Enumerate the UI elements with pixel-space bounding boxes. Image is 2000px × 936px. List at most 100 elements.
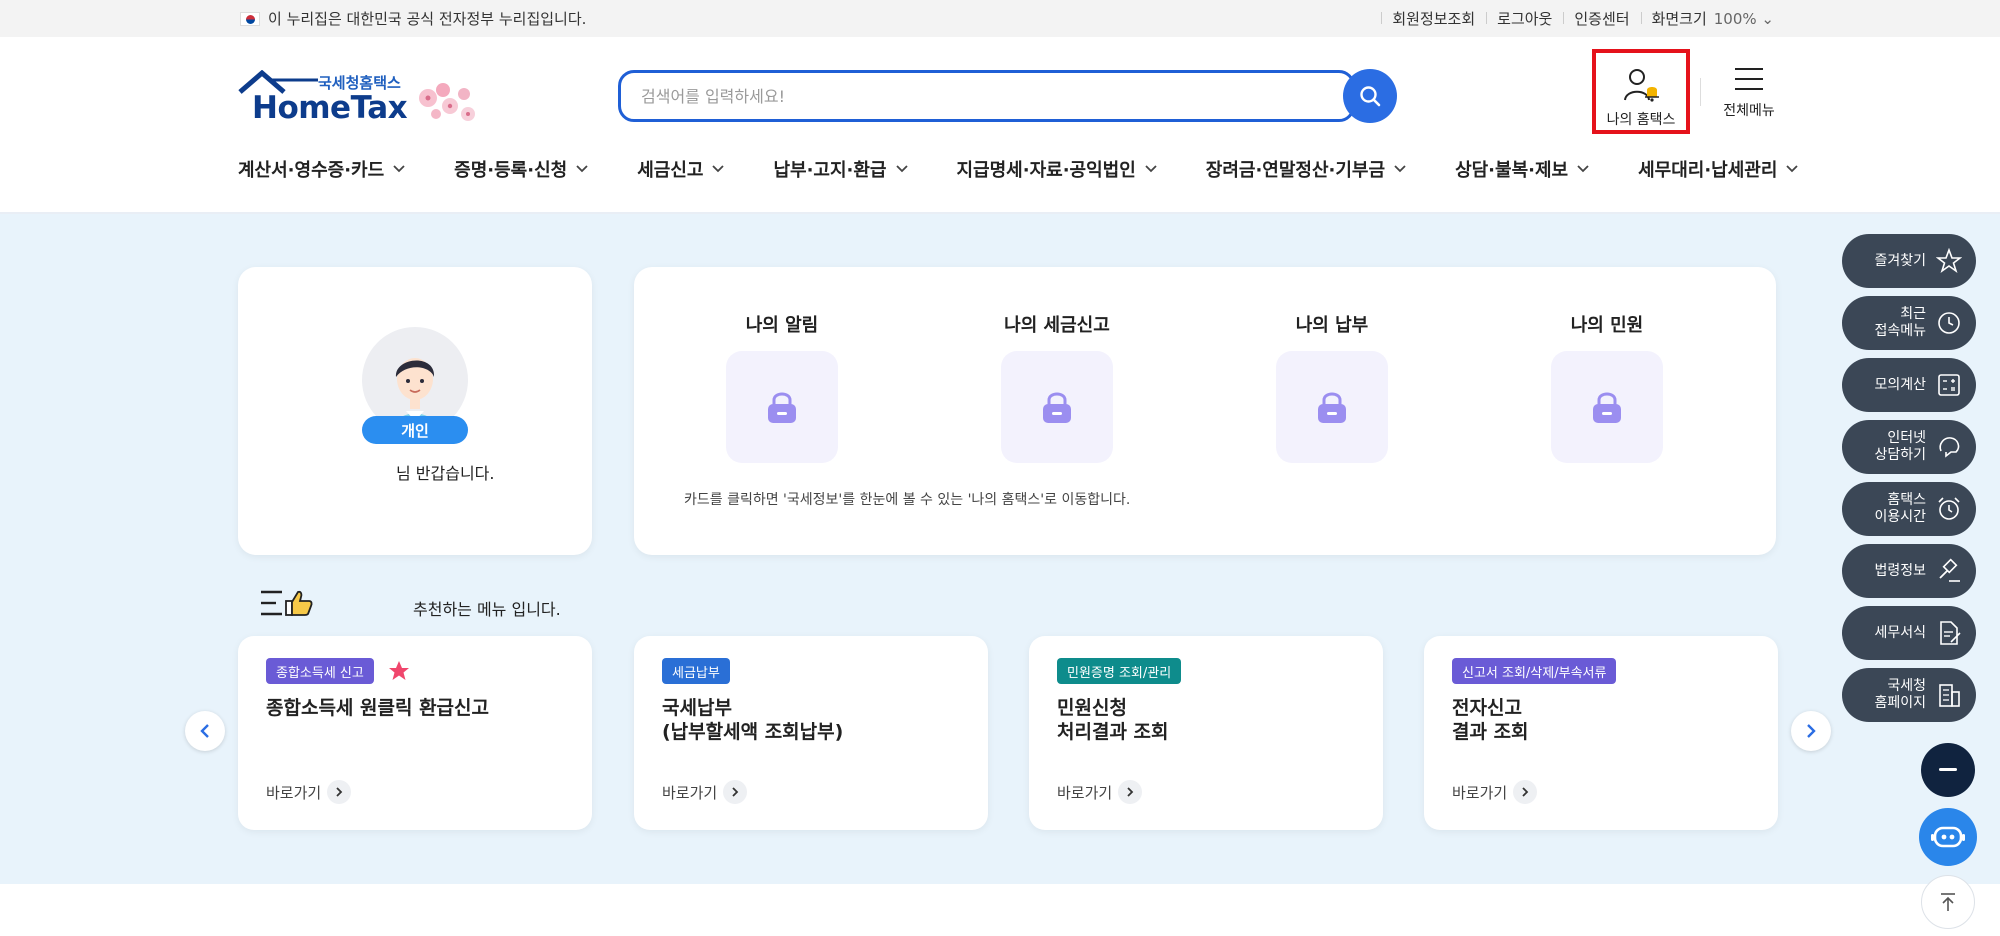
go-label: 바로가기 [1452, 783, 1508, 802]
category-tag: 종합소득세 신고 [266, 658, 374, 684]
all-menu-label: 전체메뉴 [1723, 103, 1775, 119]
quick-menu-label: 모의계산 [1874, 376, 1926, 393]
carousel-next-button[interactable] [1791, 711, 1831, 751]
my-card-payment[interactable]: 나의 납부 [1272, 311, 1392, 463]
screen-size-label[interactable]: 화면크기 [1640, 8, 1718, 29]
gnb-item-payment[interactable]: 납부·고지·환급 [773, 156, 908, 182]
profile-card: 개인 님 반갑습니다. [238, 267, 592, 555]
gnb-label: 계산서·영수증·카드 [238, 160, 385, 181]
my-card-civil[interactable]: 나의 민원 [1547, 311, 1667, 463]
recommend-card-tax-payment[interactable]: 세금납부 국세납부 (납부할세액 조회납부) 바로가기 [634, 636, 988, 830]
chatbot-button[interactable] [1919, 808, 1977, 866]
quick-service-hours-button[interactable]: 홈택스 이용시간 [1842, 482, 1976, 536]
quick-menu-label: 최근 접속메뉴 [1874, 306, 1926, 339]
go-link[interactable]: 바로가기 [1452, 780, 1538, 804]
my-hometax-label: 나의 홈택스 [1606, 112, 1676, 128]
recommend-heading-icon-wrap [260, 588, 314, 618]
main-navigation: 계산서·영수증·카드 증명·등록·신청 세금신고 납부·고지·환급 지급명세·자… [238, 156, 1799, 182]
search-input[interactable] [621, 73, 1301, 119]
hometax-logo[interactable]: 국세청홈택스 HomeTax [238, 68, 488, 132]
utility-links: 회원정보조회 로그아웃 인증센터 화면크기 100% ⌄ [1381, 8, 1774, 29]
quick-menu-label: 즐겨찾기 [1874, 252, 1926, 269]
quick-tax-forms-button[interactable]: 세무서식 [1842, 606, 1976, 660]
gnb-item-certificate[interactable]: 증명·등록·신청 [454, 156, 589, 182]
gnb-label: 세무대리·납세관리 [1638, 160, 1778, 181]
my-card-alerts[interactable]: 나의 알림 [722, 311, 842, 463]
quick-consult-button[interactable]: 인터넷 상담하기 [1842, 420, 1976, 474]
recommend-card-income-tax[interactable]: 종합소득세 신고 종합소득세 원클릭 환급신고 바로가기 [238, 636, 592, 830]
gov-notice: 이 누리집은 대한민국 공식 전자정부 누리집입니다. [240, 8, 586, 29]
clock-icon [1938, 312, 1960, 334]
recommend-card-title: 종합소득세 원클릭 환급신고 [266, 697, 489, 719]
category-tag: 세금납부 [662, 658, 730, 684]
chevron-right-icon [327, 780, 352, 804]
gnb-label: 납부·고지·환급 [773, 160, 887, 181]
quick-recent-menu-button[interactable]: 최근 접속메뉴 [1842, 296, 1976, 350]
recommend-card-civil-result[interactable]: 민원증명 조회/관리 민원신청 처리결과 조회 바로가기 [1029, 636, 1383, 830]
go-link[interactable]: 바로가기 [266, 780, 352, 804]
gnb-item-tax-report[interactable]: 세금신고 [637, 156, 725, 182]
minus-icon [1939, 768, 1957, 771]
all-menu-button[interactable]: 전체메뉴 [1716, 66, 1782, 120]
logout-link[interactable]: 로그아웃 [1486, 8, 1563, 29]
gnb-label: 세금신고 [637, 160, 704, 181]
chatbot-icon [1931, 826, 1965, 848]
lock-box [1551, 351, 1663, 463]
quick-nts-homepage-button[interactable]: 국세청 홈페이지 [1842, 668, 1976, 722]
calculator-icon [1938, 374, 1960, 396]
list-thumbs-up-icon [261, 590, 313, 616]
my-card-title: 나의 세금신고 [1004, 315, 1110, 336]
star-icon [389, 661, 409, 680]
recommend-title: 추천하는 메뉴 입니다. [413, 600, 561, 619]
lock-box [1276, 351, 1388, 463]
korea-flag-icon [240, 11, 260, 26]
my-hometax-button[interactable]: 나의 홈택스 [1592, 49, 1690, 134]
chevron-down-icon [576, 165, 588, 173]
quick-law-info-button[interactable]: 법령정보 [1842, 544, 1976, 598]
quick-menu-label: 세무서식 [1874, 624, 1926, 641]
quick-menu-label: 법령정보 [1874, 562, 1926, 579]
lock-box [1001, 351, 1113, 463]
chevron-right-icon [1513, 780, 1538, 804]
top-utility-bar: 이 누리집은 대한민국 공식 전자정부 누리집입니다. 회원정보조회 로그아웃 … [0, 0, 2000, 37]
logo-brand: HomeTax [252, 90, 408, 126]
my-card-note: 카드를 클릭하면 '국세정보'를 한눈에 볼 수 있는 '나의 홈택스'로 이동… [684, 492, 1131, 508]
gnb-item-incentive[interactable]: 장려금·연말정산·기부금 [1206, 156, 1407, 182]
my-card-tax-report[interactable]: 나의 세금신고 [997, 311, 1117, 463]
scroll-top-button[interactable] [1921, 875, 1975, 929]
gnb-item-tax-agent[interactable]: 세무대리·납세관리 [1638, 156, 1799, 182]
star-icon [1936, 248, 1962, 274]
document-icon [1940, 621, 1961, 645]
zoom-select[interactable]: 100% ⌄ [1714, 10, 1774, 28]
header-divider [1700, 78, 1701, 106]
gnb-label: 증명·등록·신청 [454, 160, 568, 181]
greeting-text: 님 반갑습니다. [396, 464, 495, 483]
go-link[interactable]: 바로가기 [1057, 780, 1143, 804]
hometax-page: 이 누리집은 대한민국 공식 전자정부 누리집입니다. 회원정보조회 로그아웃 … [0, 0, 2000, 936]
gnb-item-consulting[interactable]: 상담·불복·제보 [1455, 156, 1590, 182]
my-info-panel: 나의 알림 나의 세금신고 나의 납부 나의 민원 카드를 클릭하면 '국세정보… [634, 267, 1776, 555]
carousel-prev-button[interactable] [185, 711, 225, 751]
quick-favorites-button[interactable]: 즐겨찾기 [1842, 234, 1976, 288]
gnb-label: 지급명세·자료·공익법인 [956, 160, 1136, 181]
gnb-label: 상담·불복·제보 [1455, 160, 1569, 181]
member-info-link[interactable]: 회원정보조회 [1381, 8, 1486, 29]
collapse-quick-menu-button[interactable] [1921, 743, 1975, 797]
certificate-center-link[interactable]: 인증센터 [1563, 8, 1640, 29]
quick-menu-label: 홈택스 이용시간 [1874, 492, 1926, 525]
chevron-down-icon [393, 165, 405, 173]
gov-notice-text: 이 누리집은 대한민국 공식 전자정부 누리집입니다. [268, 10, 587, 28]
gnb-item-payment-statement[interactable]: 지급명세·자료·공익법인 [957, 156, 1158, 182]
gnb-item-invoice[interactable]: 계산서·영수증·카드 [238, 156, 406, 182]
gnb-label: 장려금·연말정산·기부금 [1205, 160, 1386, 181]
user-type-badge: 개인 [362, 416, 468, 444]
go-link[interactable]: 바로가기 [662, 780, 748, 804]
chevron-down-icon [712, 165, 725, 173]
quick-simulation-button[interactable]: 모의계산 [1842, 358, 1976, 412]
chevron-down-icon [1577, 165, 1589, 173]
recommend-card-e-filing-result[interactable]: 신고서 조회/삭제/부속서류 전자신고 결과 조회 바로가기 [1424, 636, 1778, 830]
lock-icon [1593, 392, 1621, 423]
search-button[interactable] [1343, 69, 1397, 123]
search-bar [618, 70, 1355, 122]
my-card-title: 나의 민원 [1570, 315, 1644, 336]
